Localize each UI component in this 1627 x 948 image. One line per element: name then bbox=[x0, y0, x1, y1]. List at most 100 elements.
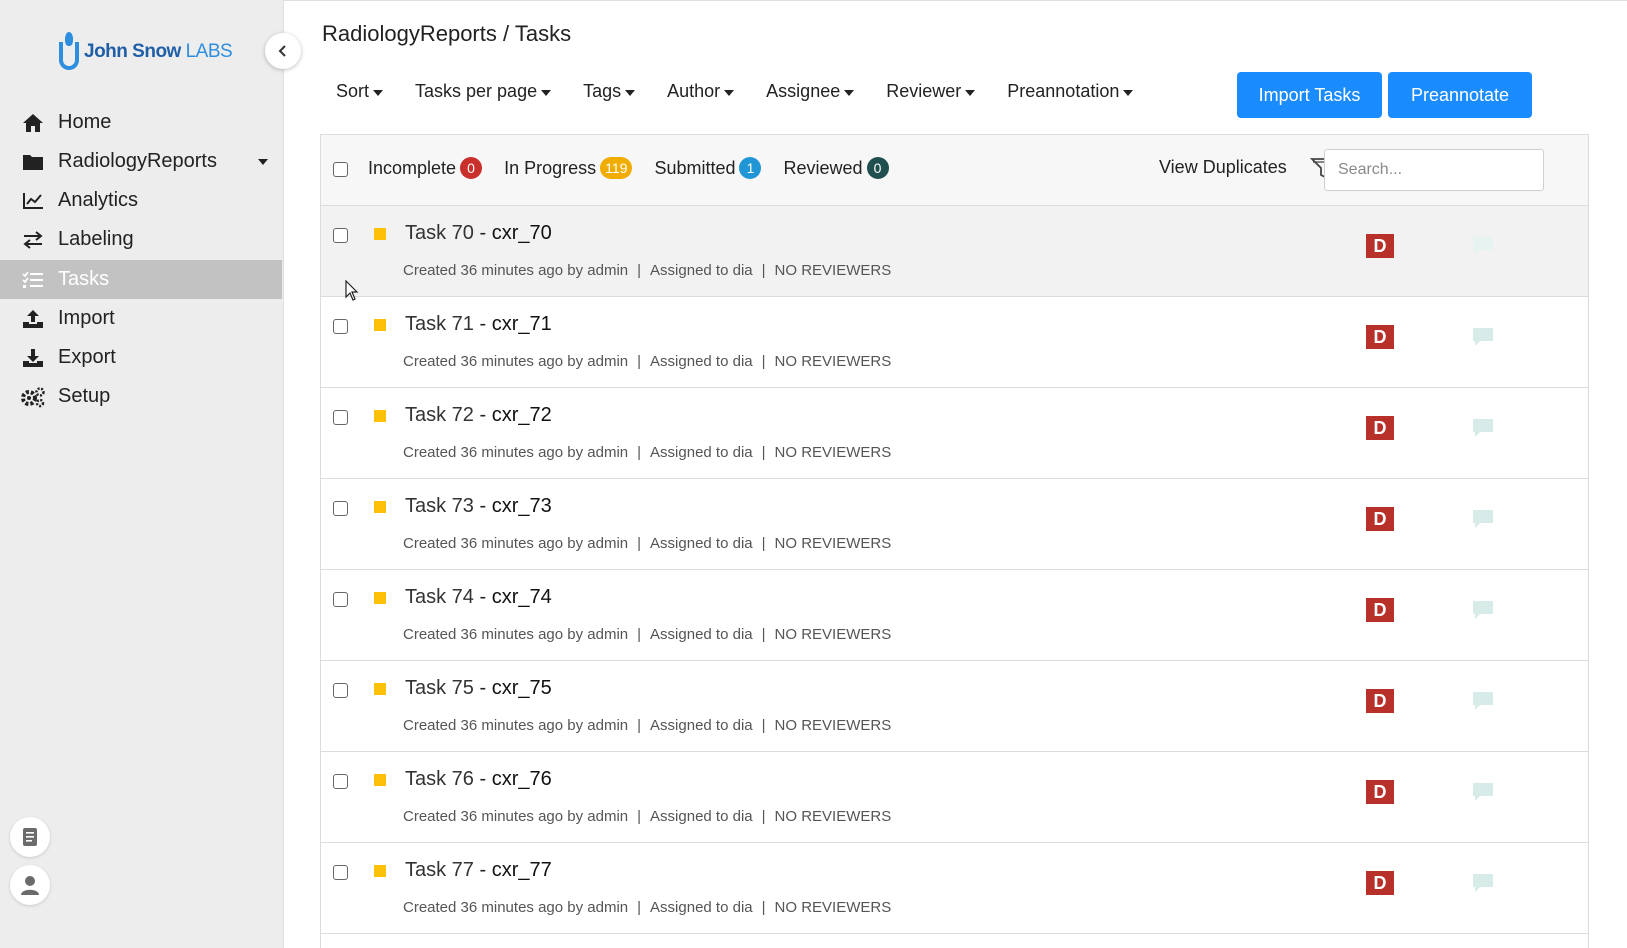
select-all-checkbox[interactable] bbox=[333, 162, 348, 177]
task-title-link[interactable]: Task 72 - cxr_72 bbox=[405, 404, 552, 427]
assignee-avatar[interactable]: D bbox=[1366, 325, 1394, 349]
caret-down-icon bbox=[724, 89, 735, 96]
task-title-link[interactable]: Task 76 - cxr_76 bbox=[405, 768, 552, 791]
comment-icon[interactable] bbox=[1471, 872, 1495, 894]
sidebar-item-import[interactable]: Import bbox=[0, 299, 282, 338]
sidebar-item-analytics[interactable]: Analytics bbox=[0, 181, 282, 220]
main-content: RadiologyReports / Tasks Sort Tasks per p… bbox=[284, 0, 1627, 948]
task-checkbox[interactable] bbox=[333, 410, 348, 425]
sidebar-item-radiologyreports[interactable]: RadiologyReports bbox=[0, 142, 282, 181]
search-input[interactable] bbox=[1324, 149, 1544, 191]
task-title-link[interactable]: Task 71 - cxr_71 bbox=[405, 313, 552, 336]
filter-author-dropdown[interactable]: Author bbox=[667, 81, 735, 102]
filter-reviewer-dropdown[interactable]: Reviewer bbox=[886, 81, 976, 102]
task-checkbox[interactable] bbox=[333, 228, 348, 243]
sidebar-item-label: Analytics bbox=[58, 189, 139, 211]
task-meta: Created 36 minutes ago by admin | Assigned… bbox=[403, 262, 892, 279]
task-checkbox[interactable] bbox=[333, 774, 348, 789]
view-duplicates-link[interactable]: View Duplicates bbox=[1159, 157, 1287, 178]
status-tab-incomplete[interactable]: Incomplete 0 bbox=[368, 157, 483, 179]
sidebar-item-label: Home bbox=[58, 111, 112, 133]
comment-icon[interactable] bbox=[1471, 599, 1495, 621]
task-status-marker bbox=[374, 228, 386, 240]
task-reviewers: NO REVIEWERS bbox=[774, 444, 892, 461]
task-checkbox[interactable] bbox=[333, 592, 348, 607]
task-row[interactable]: Task 71 - cxr_71 Created 36 minutes ago b… bbox=[321, 297, 1588, 388]
filter-tasks-per-page-dropdown[interactable]: Tasks per page bbox=[415, 81, 552, 102]
assignee-avatar[interactable]: D bbox=[1366, 416, 1394, 440]
exchange-icon bbox=[20, 229, 46, 251]
task-row[interactable]: Task 72 - cxr_72 Created 36 minutes ago b… bbox=[321, 388, 1588, 479]
sidebar-item-tasks[interactable]: Tasks bbox=[0, 260, 282, 299]
task-title-link[interactable]: Task 77 - cxr_77 bbox=[405, 859, 552, 882]
breadcrumb: RadiologyReports / Tasks bbox=[322, 21, 572, 46]
task-row[interactable]: Task 77 - cxr_77 Created 36 minutes ago b… bbox=[321, 843, 1588, 934]
caret-down-icon[interactable] bbox=[258, 159, 268, 165]
task-checkbox[interactable] bbox=[333, 865, 348, 880]
task-id: Task 75 bbox=[405, 677, 474, 699]
chart-line-icon bbox=[20, 190, 46, 212]
assignee-avatar[interactable]: D bbox=[1366, 234, 1394, 258]
comment-icon[interactable] bbox=[1471, 781, 1495, 803]
task-row[interactable]: Task 74 - cxr_74 Created 36 minutes ago b… bbox=[321, 570, 1588, 661]
comment-icon[interactable] bbox=[1471, 508, 1495, 530]
filter-assignee-dropdown[interactable]: Assignee bbox=[766, 81, 855, 102]
task-row[interactable]: Task 75 - cxr_75 Created 36 minutes ago b… bbox=[321, 661, 1588, 752]
sidebar-item-setup[interactable]: Setup bbox=[0, 377, 282, 416]
comment-icon[interactable] bbox=[1471, 326, 1495, 348]
logo-text: John Snow LABS bbox=[84, 41, 233, 62]
task-created: Created 36 minutes ago by admin bbox=[403, 626, 629, 643]
user-profile-button[interactable] bbox=[10, 865, 50, 905]
filter-tags-dropdown[interactable]: Tags bbox=[583, 81, 636, 102]
sidebar: John Snow LABS Home RadiologyReports Analy… bbox=[0, 0, 284, 948]
book-icon bbox=[23, 828, 37, 846]
filter-sort-dropdown[interactable]: Sort bbox=[336, 81, 384, 102]
status-tab-reviewed[interactable]: Reviewed 0 bbox=[783, 157, 889, 179]
folder-icon bbox=[20, 151, 46, 173]
sidebar-item-label: Tasks bbox=[58, 268, 110, 290]
status-tab-submitted[interactable]: Submitted 1 bbox=[654, 157, 762, 179]
task-name: cxr_74 bbox=[491, 586, 552, 608]
task-name: cxr_76 bbox=[491, 768, 552, 790]
caret-down-icon bbox=[844, 89, 855, 96]
breadcrumb-project[interactable]: RadiologyReports bbox=[322, 21, 497, 46]
assignee-avatar[interactable]: D bbox=[1366, 689, 1394, 713]
sidebar-item-label: Export bbox=[58, 346, 116, 368]
comment-icon[interactable] bbox=[1471, 417, 1495, 439]
task-created: Created 36 minutes ago by admin bbox=[403, 353, 629, 370]
task-title-link[interactable]: Task 75 - cxr_75 bbox=[405, 677, 552, 700]
john-snow-labs-logo[interactable]: John Snow LABS bbox=[58, 32, 233, 72]
sidebar-item-label: RadiologyReports bbox=[58, 150, 217, 172]
assignee-avatar[interactable]: D bbox=[1366, 598, 1394, 622]
task-checkbox[interactable] bbox=[333, 683, 348, 698]
comment-icon[interactable] bbox=[1471, 690, 1495, 712]
sidebar-item-home[interactable]: Home bbox=[0, 103, 282, 142]
task-row[interactable]: Task 73 - cxr_73 Created 36 minutes ago b… bbox=[321, 479, 1588, 570]
task-id: Task 72 bbox=[405, 404, 474, 426]
task-title-link[interactable]: Task 70 - cxr_70 bbox=[405, 222, 552, 245]
count-badge: 119 bbox=[600, 157, 633, 179]
task-checkbox[interactable] bbox=[333, 501, 348, 516]
filter-preannotation-dropdown[interactable]: Preannotation bbox=[1007, 81, 1134, 102]
docs-button[interactable] bbox=[10, 817, 50, 857]
tasks-panel-header: Incomplete 0 In Progress 119 Submitted 1 Revie… bbox=[321, 135, 1588, 206]
sidebar-item-export[interactable]: Export bbox=[0, 338, 282, 377]
assignee-avatar[interactable]: D bbox=[1366, 871, 1394, 895]
assignee-avatar[interactable]: D bbox=[1366, 507, 1394, 531]
collapse-sidebar-button[interactable] bbox=[265, 33, 301, 69]
task-created: Created 36 minutes ago by admin bbox=[403, 444, 629, 461]
assignee-avatar[interactable]: D bbox=[1366, 780, 1394, 804]
import-tasks-button[interactable]: Import Tasks bbox=[1237, 72, 1382, 118]
task-id: Task 76 bbox=[405, 768, 474, 790]
task-title-link[interactable]: Task 73 - cxr_73 bbox=[405, 495, 552, 518]
count-badge: 1 bbox=[739, 157, 762, 179]
comment-icon[interactable] bbox=[1471, 235, 1495, 257]
sidebar-item-labeling[interactable]: Labeling bbox=[0, 220, 282, 259]
task-row[interactable]: Task 76 - cxr_76 Created 36 minutes ago b… bbox=[321, 752, 1588, 843]
preannotate-button[interactable]: Preannotate bbox=[1388, 72, 1532, 118]
sidebar-nav: Home RadiologyReports Analytics Labeling Tas… bbox=[0, 103, 282, 416]
task-checkbox[interactable] bbox=[333, 319, 348, 334]
task-title-link[interactable]: Task 74 - cxr_74 bbox=[405, 586, 552, 609]
task-row[interactable]: Task 70 - cxr_70 Created 36 minutes ago b… bbox=[321, 206, 1588, 297]
status-tab-in-progress[interactable]: In Progress 119 bbox=[504, 157, 633, 179]
